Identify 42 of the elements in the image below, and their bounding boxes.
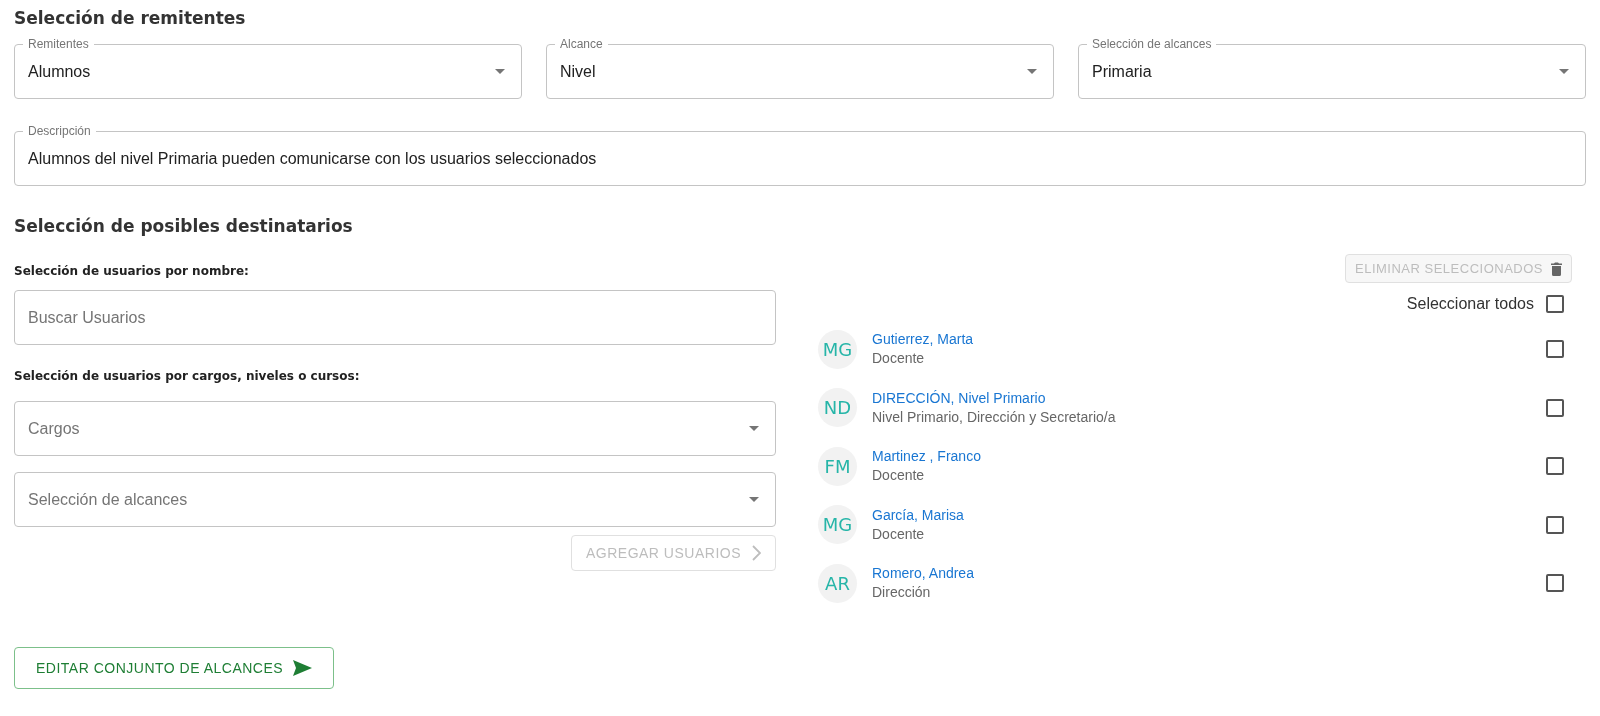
field-label: Descripción bbox=[23, 124, 96, 138]
section-title: Selección de remitentes bbox=[14, 7, 247, 30]
select-field[interactable]: Cargos bbox=[14, 401, 776, 456]
field-label: Alcance bbox=[555, 37, 608, 51]
checkbox[interactable] bbox=[1546, 398, 1564, 417]
dropdown-caret-icon bbox=[749, 497, 759, 502]
user-role: Dirección bbox=[872, 583, 932, 603]
field-label: Remitentes bbox=[23, 37, 94, 51]
checkbox[interactable] bbox=[1546, 574, 1564, 593]
send-icon bbox=[293, 660, 313, 676]
user-role: Docente bbox=[872, 349, 926, 369]
user-role: Docente bbox=[872, 524, 926, 544]
user-name[interactable]: García, Marisa bbox=[872, 505, 1546, 525]
avatar: ND bbox=[818, 388, 857, 428]
checkbox[interactable] bbox=[1546, 340, 1564, 359]
avatar: MG bbox=[818, 505, 857, 545]
submit-button[interactable]: EDITAR CONJUNTO DE ALCANCES bbox=[14, 647, 335, 689]
checkbox[interactable] bbox=[1546, 457, 1564, 476]
search-field[interactable]: Buscar Usuarios bbox=[14, 290, 776, 345]
user-name[interactable]: Martinez , Franco bbox=[872, 447, 1546, 467]
user-role: Nivel Primario, Dirección y Secretario/a bbox=[872, 407, 1117, 427]
avatar: AR bbox=[818, 563, 857, 603]
field-caption: Selección de usuarios por cargos, niveles o cursos: bbox=[14, 368, 361, 385]
section-title: Selección de posibles destinatarios bbox=[14, 215, 354, 238]
dropdown-caret-icon bbox=[749, 426, 759, 431]
avatar: MG bbox=[818, 329, 857, 369]
field-caption: Selección de usuarios por nombre: bbox=[14, 263, 250, 280]
field-label: Selección de alcances bbox=[1087, 37, 1217, 51]
user-role: Docente bbox=[872, 466, 926, 486]
user-name[interactable]: DIRECCIÓN, Nivel Primario bbox=[872, 388, 1546, 408]
user-name[interactable]: Romero, Andrea bbox=[872, 564, 1546, 584]
dropdown-caret-icon bbox=[495, 69, 505, 74]
avatar: FM bbox=[818, 446, 857, 486]
select-field[interactable]: Selección de alcances bbox=[14, 472, 776, 527]
trash-icon bbox=[1551, 261, 1562, 276]
chevron-right-icon bbox=[751, 545, 761, 561]
dropdown-caret-icon bbox=[1027, 69, 1037, 74]
checkbox[interactable] bbox=[1546, 515, 1564, 534]
checkbox[interactable] bbox=[1546, 295, 1564, 313]
user-name[interactable]: Gutierrez, Marta bbox=[872, 330, 1546, 350]
select-all-label: Seleccionar todos bbox=[1406, 294, 1534, 314]
dropdown-caret-icon bbox=[1559, 69, 1569, 74]
